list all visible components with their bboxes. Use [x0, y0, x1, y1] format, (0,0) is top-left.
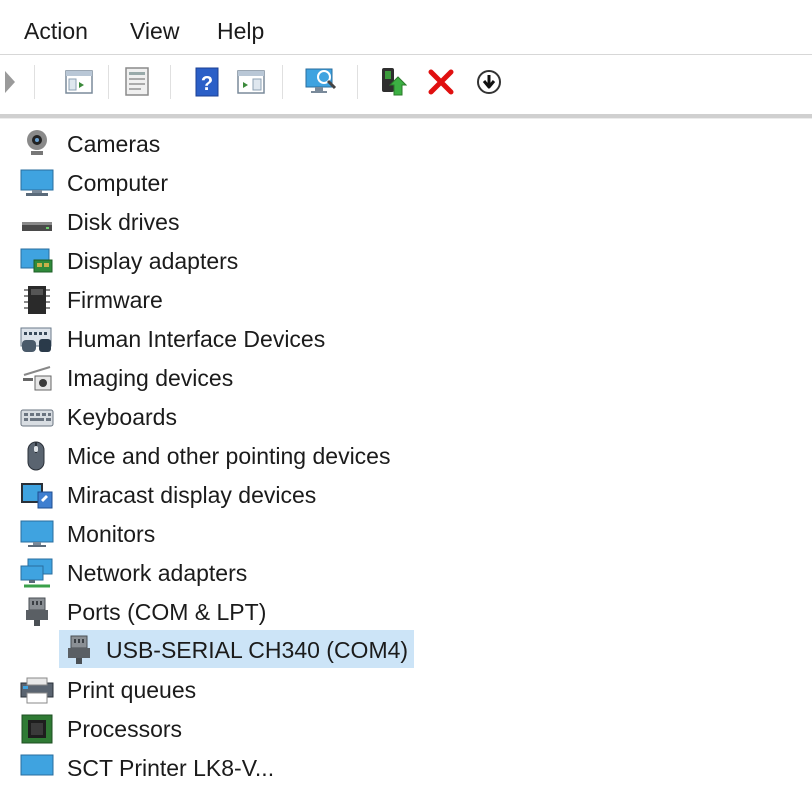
back-arrow-icon[interactable]: [0, 63, 20, 101]
tree-item-miracast[interactable]: Miracast display devices: [0, 475, 812, 513]
monitor-icon: [20, 519, 54, 549]
camera-icon: [20, 129, 54, 159]
toolbar-separator-bar: [0, 114, 812, 119]
tree-item-partial[interactable]: SCT Printer LK8-V...: [0, 748, 812, 786]
computer-icon: [20, 168, 54, 198]
toolbar-separator: [108, 65, 109, 99]
toolbar-separator: [282, 65, 283, 99]
tree-item-label: Human Interface Devices: [67, 326, 326, 352]
tree-item-label: Display adapters: [67, 248, 239, 274]
tree-item-label: Computer: [67, 170, 168, 196]
toolbar-separator: [34, 65, 35, 99]
uninstall-device-icon[interactable]: [424, 63, 458, 101]
processor-icon: [20, 714, 54, 744]
scan-hardware-icon[interactable]: [304, 63, 338, 101]
miracast-icon: [20, 480, 54, 510]
properties-icon[interactable]: [121, 63, 155, 101]
disk-drive-icon: [20, 207, 54, 237]
tree-item-cameras[interactable]: Cameras: [0, 124, 812, 162]
tree-item-label: Firmware: [67, 287, 163, 313]
tree-item-ports[interactable]: Ports (COM & LPT): [0, 592, 812, 630]
tree-item-disk-drives[interactable]: Disk drives: [0, 202, 812, 240]
port-icon: [20, 597, 54, 627]
tree-item-mice[interactable]: Mice and other pointing devices: [0, 436, 812, 474]
tree-item-label: Keyboards: [67, 404, 177, 430]
tree-item-label: Disk drives: [67, 209, 180, 235]
tree-item-display-adapters[interactable]: Display adapters: [0, 241, 812, 279]
tree-item-firmware[interactable]: Firmware: [0, 280, 812, 318]
action-pane-icon[interactable]: [234, 63, 268, 101]
disable-device-icon[interactable]: [472, 63, 506, 101]
tree-item-label: USB-SERIAL CH340 (COM4): [106, 637, 409, 663]
display-adapter-icon: [20, 246, 54, 276]
tree-item-imaging-devices[interactable]: Imaging devices: [0, 358, 812, 396]
tree-item-usb-serial-ch340[interactable]: USB-SERIAL CH340 (COM4): [0, 630, 812, 668]
tree-item-keyboards[interactable]: Keyboards: [0, 397, 812, 435]
toolbar-separator: [170, 65, 171, 99]
tree-item-label: Ports (COM & LPT): [67, 599, 267, 625]
help-icon[interactable]: ?: [190, 63, 224, 101]
menu-bar: Action View Help: [0, 0, 812, 54]
firmware-icon: [20, 285, 54, 315]
menu-action[interactable]: Action: [24, 16, 88, 46]
tree-item-label: Monitors: [67, 521, 156, 547]
tree-item-label: Print queues: [67, 677, 197, 703]
tree-item-label: Miracast display devices: [67, 482, 317, 508]
hid-icon: [20, 324, 54, 354]
menu-view[interactable]: View: [130, 16, 179, 46]
toolbar: ?: [0, 55, 812, 113]
toolbar-separator: [357, 65, 358, 99]
show-hide-tree-icon[interactable]: [62, 63, 96, 101]
port-icon: [62, 635, 96, 665]
svg-text:?: ?: [201, 73, 213, 95]
tree-item-print-queues[interactable]: Print queues: [0, 670, 812, 708]
tree-item-label: Cameras: [67, 131, 161, 157]
tree-item-computer[interactable]: Computer: [0, 163, 812, 201]
tree-item-label: Network adapters: [67, 560, 248, 586]
update-driver-icon[interactable]: [375, 63, 409, 101]
tree-item-label: Imaging devices: [67, 365, 234, 391]
software-device-icon: [20, 753, 54, 783]
printer-icon: [20, 675, 54, 705]
tree-item-label: Mice and other pointing devices: [67, 443, 391, 469]
mouse-icon: [20, 441, 54, 471]
tree-item-monitors[interactable]: Monitors: [0, 514, 812, 552]
keyboard-icon: [20, 402, 54, 432]
tree-item-network-adapters[interactable]: Network adapters: [0, 553, 812, 591]
network-adapter-icon: [20, 558, 54, 588]
tree-item-processors[interactable]: Processors: [0, 709, 812, 747]
imaging-device-icon: [20, 363, 54, 393]
tree-item-label: Processors: [67, 716, 183, 742]
tree-item-human-interface-devices[interactable]: Human Interface Devices: [0, 319, 812, 357]
menu-help[interactable]: Help: [217, 16, 264, 46]
tree-item-label: SCT Printer LK8-V...: [67, 755, 275, 781]
